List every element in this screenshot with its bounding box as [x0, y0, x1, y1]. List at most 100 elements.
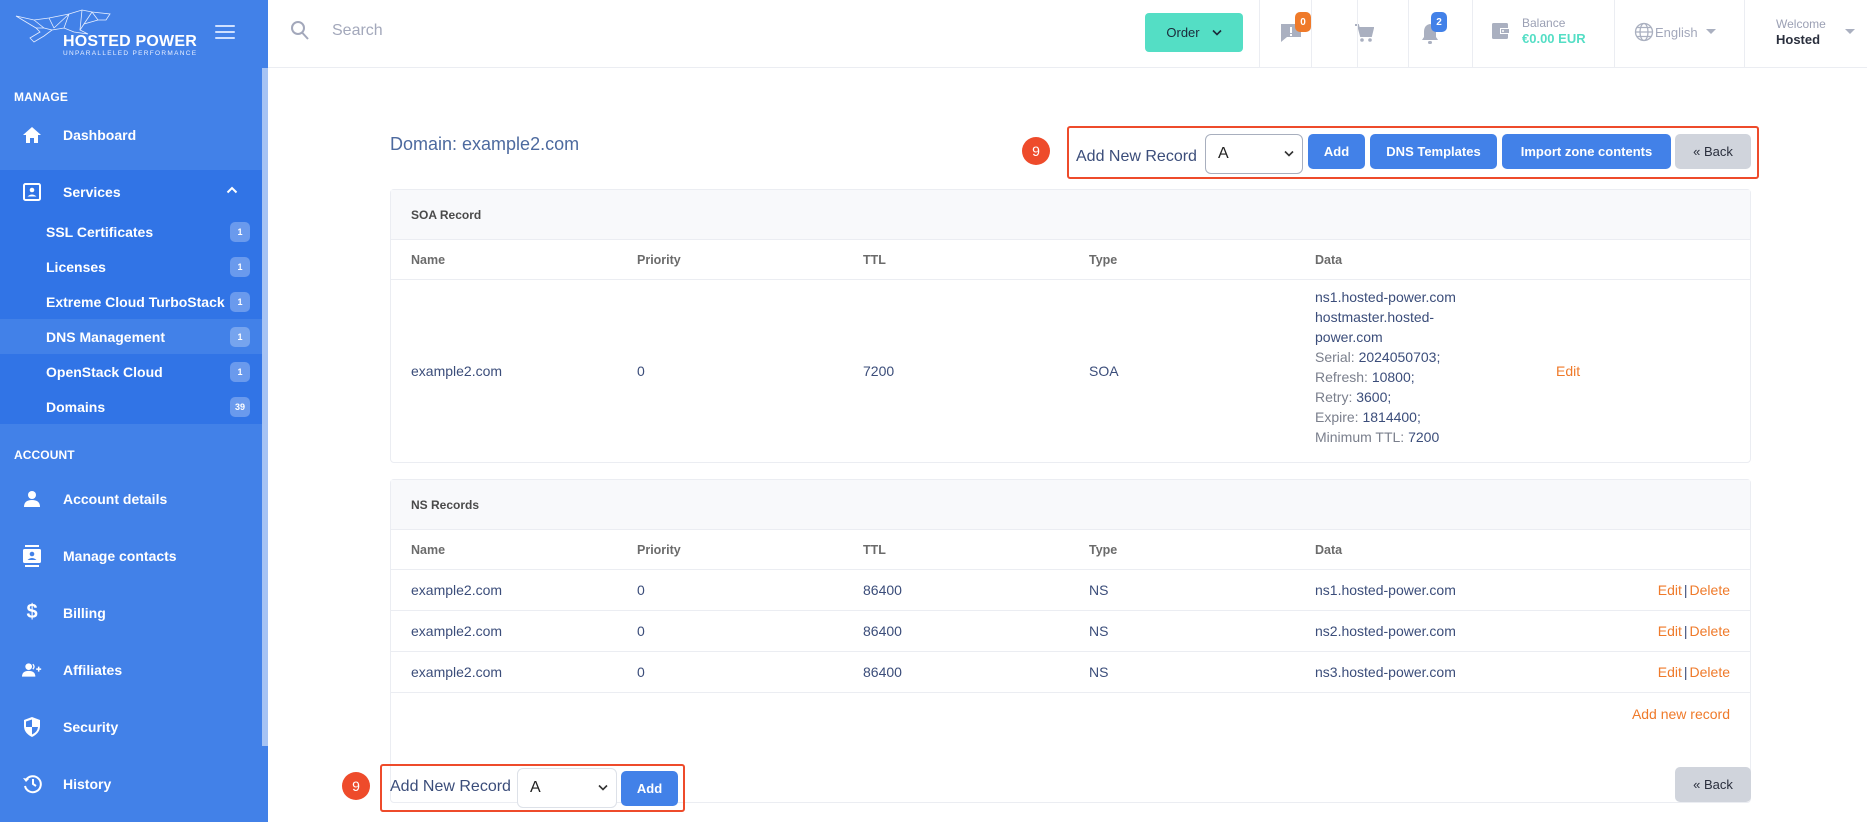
- sidebar-item-label: OpenStack Cloud: [46, 363, 163, 380]
- soa-expire: Expire: 1814400;: [1315, 409, 1421, 425]
- record-ttl: 86400: [863, 582, 902, 598]
- sidebar-item-history[interactable]: History: [0, 755, 268, 812]
- record-data: ns3.hosted-power.com: [1315, 664, 1456, 680]
- column-header: Priority: [637, 252, 681, 267]
- record-type-select[interactable]: A: [517, 768, 617, 808]
- soa-refresh: Refresh: 10800;: [1315, 369, 1415, 385]
- search-icon: [291, 21, 309, 40]
- column-header: Data: [1315, 252, 1343, 267]
- chevron-up-icon[interactable]: [226, 186, 238, 194]
- contacts-icon: [22, 544, 42, 567]
- balance-widget[interactable]: Balance €0.00 EUR: [1492, 16, 1586, 46]
- sidebar: HOSTED POWER UNPARALLELED PERFORMANCE MA…: [0, 0, 268, 822]
- row-actions: Edit | Delete: [1658, 623, 1730, 639]
- language-selector[interactable]: English: [1634, 22, 1716, 42]
- add-new-record-label: Add New Record: [1076, 148, 1197, 165]
- divider: [1614, 0, 1615, 68]
- sidebar-item-dashboard[interactable]: Dashboard: [0, 112, 268, 164]
- back-button[interactable]: « Back: [1675, 134, 1751, 169]
- column-header: Type: [1089, 252, 1118, 267]
- sidebar-item-billing[interactable]: $ Billing: [0, 584, 268, 641]
- sidebar-item-openstack-cloud[interactable]: OpenStack Cloud 1: [0, 354, 268, 389]
- tickets-button[interactable]: 0: [1280, 12, 1311, 48]
- count-badge: 1: [230, 221, 250, 242]
- count-badge: 1: [230, 326, 250, 347]
- add-button[interactable]: Add: [621, 771, 678, 806]
- record-data: ns2.hosted-power.com: [1315, 623, 1456, 639]
- record-type: SOA: [1089, 363, 1119, 379]
- record-type: NS: [1089, 664, 1109, 680]
- record-data: ns1.hosted-power.com hostmaster.hosted- …: [1315, 287, 1456, 447]
- sidebar-item-affiliates[interactable]: Affiliates: [0, 641, 268, 698]
- brand-tagline: UNPARALLELED PERFORMANCE: [63, 50, 198, 57]
- search-placeholder: Search: [332, 22, 383, 39]
- user-add-icon: [22, 660, 42, 680]
- notifications-button[interactable]: 2: [1421, 12, 1447, 50]
- sidebar-item-dns-management[interactable]: DNS Management 1: [0, 319, 268, 354]
- record-name: example2.com: [411, 363, 503, 379]
- soa-serial: Serial: 2024050703;: [1315, 349, 1441, 365]
- search-input[interactable]: Search: [290, 20, 383, 42]
- divider: [1259, 0, 1260, 68]
- soa-record-card: SOA Record Name Priority TTL Type Data e…: [390, 189, 1751, 463]
- sidebar-item-ssl-certificates[interactable]: SSL Certificates 1: [0, 214, 268, 249]
- table-header: Name Priority TTL Type Data: [391, 530, 1750, 570]
- sidebar-item-security[interactable]: Security: [0, 698, 268, 755]
- home-icon: [22, 125, 42, 145]
- section-label-account: ACCOUNT: [14, 448, 75, 462]
- separator: |: [1683, 623, 1688, 639]
- delete-link[interactable]: Delete: [1690, 623, 1730, 639]
- table-row: example2.com 0 86400 NS ns1.hosted-power…: [391, 570, 1750, 611]
- sidebar-item-licenses[interactable]: Licenses 1: [0, 249, 268, 284]
- table-row: example2.com 0 86400 NS ns2.hosted-power…: [391, 611, 1750, 652]
- sidebar-item-domains[interactable]: Domains 39: [0, 389, 268, 424]
- column-header: Type: [1089, 542, 1118, 557]
- edit-link[interactable]: Edit: [1658, 623, 1682, 639]
- add-new-record-link[interactable]: Add new record: [1632, 706, 1730, 722]
- brand-name: HOSTED POWER: [63, 33, 197, 50]
- count-badge: 1: [230, 256, 250, 277]
- column-header: Data: [1315, 542, 1343, 557]
- sidebar-item-label: Dashboard: [63, 127, 137, 143]
- language-label: English: [1655, 24, 1698, 40]
- edit-link[interactable]: Edit: [1658, 582, 1682, 598]
- column-header: Priority: [637, 542, 681, 557]
- separator: |: [1683, 664, 1688, 680]
- dns-templates-button[interactable]: DNS Templates: [1370, 134, 1497, 169]
- sidebar-item-services[interactable]: Services: [0, 170, 268, 214]
- record-type-select[interactable]: A: [1205, 134, 1303, 174]
- main-content: Domain: example2.com 9 Add New Record A …: [268, 68, 1867, 822]
- shield-icon: [22, 716, 42, 737]
- edit-link[interactable]: Edit: [1658, 664, 1682, 680]
- divider: [1472, 0, 1473, 68]
- count-badge: 1: [230, 361, 250, 382]
- record-type: NS: [1089, 582, 1109, 598]
- back-button[interactable]: « Back: [1675, 767, 1751, 802]
- order-button[interactable]: Order: [1145, 13, 1243, 52]
- divider: [1311, 0, 1312, 68]
- sidebar-item-account-details[interactable]: Account details: [0, 470, 268, 527]
- add-button[interactable]: Add: [1308, 134, 1365, 169]
- delete-link[interactable]: Delete: [1690, 664, 1730, 680]
- balance-value: €0.00 EUR: [1522, 31, 1586, 46]
- record-name: example2.com: [411, 664, 503, 680]
- hamburger-icon[interactable]: [215, 25, 235, 39]
- balance-label: Balance: [1522, 16, 1566, 30]
- tickets-badge: 0: [1295, 12, 1311, 32]
- soa-primary-ns: ns1.hosted-power.com: [1315, 289, 1456, 305]
- soa-retry: Retry: 3600;: [1315, 389, 1392, 405]
- table-header: Name Priority TTL Type Data: [391, 240, 1750, 280]
- user-menu[interactable]: Welcome Hosted: [1776, 17, 1855, 47]
- sidebar-item-extreme-cloud-turbostack[interactable]: Extreme Cloud TurboStack 1: [0, 284, 268, 319]
- sidebar-item-label: Account details: [63, 490, 168, 507]
- user-icon: [22, 489, 42, 509]
- delete-link[interactable]: Delete: [1690, 582, 1730, 598]
- annotation-marker: 9: [342, 772, 370, 800]
- edit-soa-link[interactable]: Edit: [1556, 363, 1580, 379]
- sidebar-item-manage-contacts[interactable]: Manage contacts: [0, 527, 268, 584]
- import-zone-button[interactable]: Import zone contents: [1502, 134, 1671, 169]
- column-header: Name: [411, 252, 446, 267]
- sidebar-item-label: Extreme Cloud TurboStack: [46, 293, 225, 310]
- brand-logo[interactable]: HOSTED POWER UNPARALLELED PERFORMANCE: [0, 0, 268, 68]
- record-priority: 0: [637, 363, 645, 379]
